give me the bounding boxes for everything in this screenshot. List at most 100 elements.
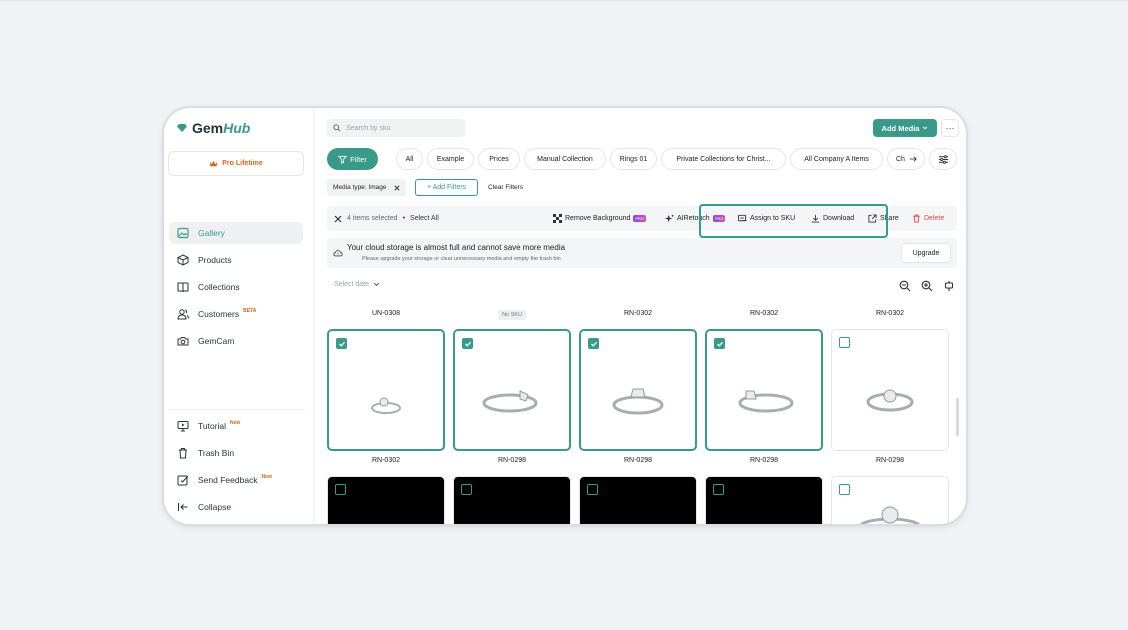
- sidebar-divider: [169, 409, 305, 410]
- trash-icon: [913, 214, 920, 223]
- sidebar-item-label: Gallery: [198, 228, 225, 238]
- sidebar-item-collapse[interactable]: Collapse: [169, 496, 303, 518]
- ring-image: [738, 390, 794, 413]
- scrollbar[interactable]: [956, 398, 959, 436]
- sku-label: UN-0308: [371, 310, 400, 317]
- sidebar-item-label: Customers: [198, 309, 240, 319]
- chip-example[interactable]: Example: [427, 148, 474, 170]
- media-card[interactable]: [705, 476, 823, 524]
- new-badge: New: [230, 419, 241, 426]
- sidebar-item-send-feedback[interactable]: Send Feedback New: [169, 469, 303, 491]
- pro-badge: PRO: [633, 215, 647, 222]
- select-checkbox[interactable]: [588, 338, 599, 349]
- media-card[interactable]: [579, 476, 697, 524]
- book-icon: [177, 282, 189, 293]
- camera-icon: [177, 337, 189, 346]
- collapse-icon: [178, 503, 188, 511]
- search-input[interactable]: [346, 124, 456, 132]
- chip-all[interactable]: All: [396, 148, 423, 170]
- sidebar-item-products[interactable]: Products: [169, 249, 303, 271]
- remove-background-button[interactable]: Remove Background PRO: [553, 206, 647, 231]
- checkerboard-icon: [553, 214, 562, 223]
- fit-view-button[interactable]: [941, 278, 957, 294]
- close-icon[interactable]: [394, 184, 401, 191]
- presentation-icon: [177, 421, 189, 432]
- trash-icon: [179, 448, 187, 459]
- check-icon: [338, 341, 345, 347]
- chip-overflow[interactable]: Ch: [887, 148, 925, 170]
- select-all-link[interactable]: Select All: [410, 215, 439, 222]
- delete-label: Delete: [924, 215, 945, 222]
- chip-manual-collection[interactable]: Manual Collection: [524, 148, 606, 170]
- plan-badge[interactable]: Pro Lifetime: [168, 151, 304, 176]
- chip-all-company-a-items[interactable]: All Company A Items: [790, 148, 883, 170]
- sidebar-item-collections[interactable]: Collections: [169, 276, 303, 298]
- beta-badge: BETA: [243, 307, 257, 314]
- select-checkbox[interactable]: [335, 484, 346, 495]
- ring-image: [859, 506, 921, 524]
- new-badge: New: [261, 473, 272, 480]
- dot-separator: •: [402, 215, 406, 222]
- add-filters-button[interactable]: + Add Filters: [415, 179, 478, 196]
- users-icon: [177, 309, 189, 320]
- sidebar-item-label: GemCam: [198, 336, 235, 346]
- sku-label: RN-0302: [875, 310, 904, 317]
- sliders-icon: [938, 154, 948, 164]
- media-card[interactable]: [831, 329, 949, 451]
- select-checkbox[interactable]: [461, 484, 472, 495]
- media-card[interactable]: [831, 476, 949, 524]
- select-checkbox[interactable]: [714, 338, 725, 349]
- edit-icon: [177, 475, 189, 486]
- zoom-out-button[interactable]: [897, 278, 913, 294]
- chip-rings-01[interactable]: Rings 01: [610, 148, 657, 170]
- close-icon[interactable]: [334, 215, 342, 223]
- media-card[interactable]: [705, 329, 823, 451]
- zoom-in-button[interactable]: [919, 278, 935, 294]
- filter-button[interactable]: Filter: [327, 148, 378, 170]
- delete-button[interactable]: Delete: [912, 206, 944, 231]
- upgrade-button[interactable]: Upgrade: [901, 243, 951, 263]
- no-sku-badge: No SKU: [498, 310, 526, 320]
- crown-icon: [210, 160, 218, 167]
- add-media-button[interactable]: Add Media: [873, 119, 937, 137]
- zoom-out-icon: [899, 280, 911, 292]
- image-icon: [177, 227, 189, 239]
- select-checkbox[interactable]: [839, 337, 850, 348]
- media-card[interactable]: [327, 329, 445, 451]
- sidebar-item-customers[interactable]: Customers BETA: [169, 303, 303, 325]
- select-checkbox[interactable]: [462, 338, 473, 349]
- sidebar-item-label: Collapse: [198, 502, 232, 512]
- sidebar-item-gemcam[interactable]: GemCam: [169, 330, 303, 352]
- media-card[interactable]: [453, 476, 571, 524]
- media-card[interactable]: [453, 329, 571, 451]
- select-checkbox[interactable]: [587, 484, 598, 495]
- sku-label: RN-0302: [749, 310, 778, 317]
- select-checkbox[interactable]: [713, 484, 724, 495]
- app-logo[interactable]: Gem Hub: [176, 120, 250, 136]
- main-content: Add Media ··· Filter All Example Prices …: [314, 108, 966, 524]
- check-icon: [716, 341, 723, 347]
- sidebar-item-gallery[interactable]: Gallery: [169, 222, 303, 244]
- select-checkbox[interactable]: [336, 338, 347, 349]
- more-options-button[interactable]: ···: [941, 119, 959, 137]
- date-select[interactable]: Select date: [334, 281, 380, 288]
- logo-text-accent: Hub: [223, 120, 251, 136]
- fit-view-icon: [944, 281, 954, 291]
- sidebar-item-label: Send Feedback: [198, 475, 258, 485]
- sidebar-item-label: Products: [198, 255, 232, 265]
- clear-filters-button[interactable]: Clear Filters: [488, 179, 523, 196]
- filter-settings-button[interactable]: [929, 148, 957, 170]
- chevron-down-icon: [373, 282, 380, 287]
- media-card[interactable]: [579, 329, 697, 451]
- sidebar-item-trash-bin[interactable]: Trash Bin: [169, 442, 303, 464]
- media-card[interactable]: [327, 476, 445, 524]
- ring-image: [612, 388, 664, 415]
- selected-count: 4 items selected: [347, 215, 398, 222]
- select-checkbox[interactable]: [839, 484, 850, 495]
- chip-prices[interactable]: Prices: [478, 148, 520, 170]
- storage-warning-subtitle: Please upgrade your storage or clear unn…: [362, 256, 561, 262]
- sku-label: RN-0298: [497, 457, 526, 464]
- chip-private-collections[interactable]: Private Collections for Christ...: [661, 148, 786, 170]
- search-box[interactable]: [327, 119, 465, 137]
- sidebar-item-tutorial[interactable]: Tutorial New: [169, 415, 303, 437]
